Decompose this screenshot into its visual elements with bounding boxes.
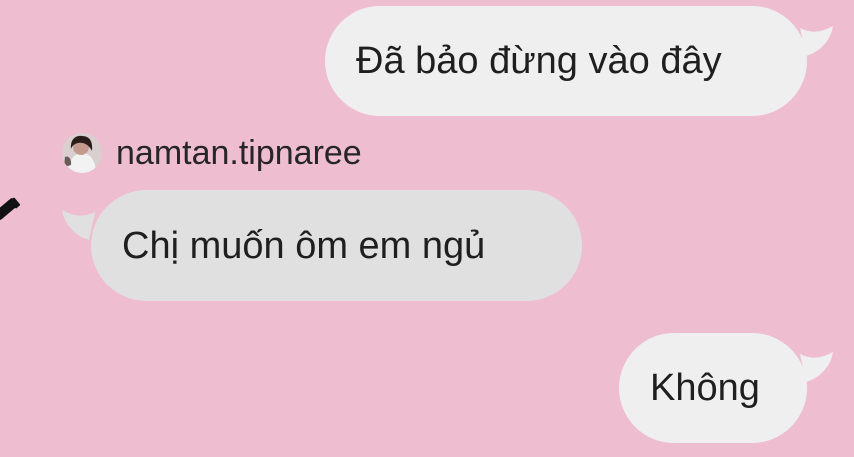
message-text: Không <box>650 367 760 409</box>
sender-username[interactable]: namtan.tipnaree <box>116 136 362 170</box>
sender-avatar[interactable] <box>62 133 102 173</box>
bubble-tail <box>62 210 95 240</box>
message-text: Chị muốn ôm em ngủ <box>122 224 486 267</box>
message-sender[interactable]: namtan.tipnaree <box>62 133 362 173</box>
chat-thread[interactable]: Đã bảo đừng vào đây namtan.tipnaree Chị … <box>0 0 854 457</box>
bubble-tail <box>800 26 833 56</box>
outgoing-message-bubble[interactable]: Đã bảo đừng vào đây <box>325 6 807 116</box>
pencil-icon[interactable] <box>0 196 20 230</box>
outgoing-message-bubble[interactable]: Không <box>619 333 807 443</box>
bubble-tail <box>800 352 833 382</box>
incoming-message-bubble[interactable]: Chị muốn ôm em ngủ <box>91 190 582 301</box>
message-text: Đã bảo đừng vào đây <box>356 40 722 82</box>
